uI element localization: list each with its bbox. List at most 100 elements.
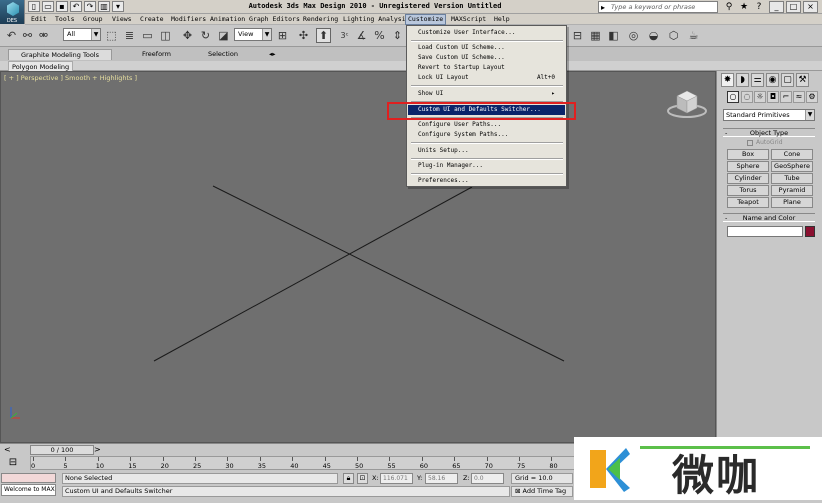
rotate-icon[interactable]: ↻ xyxy=(198,28,213,43)
spinner-snap-icon[interactable]: ⇕ xyxy=(390,28,405,43)
new-file-icon[interactable]: ▯ xyxy=(28,1,40,12)
plane-button[interactable]: Plane xyxy=(771,197,813,208)
primitive-type-dropdown[interactable]: Standard Primitives ▼ xyxy=(723,109,815,121)
time-slider[interactable]: 0 / 100 xyxy=(30,445,94,455)
render-setup-icon[interactable]: ◧ xyxy=(606,28,621,43)
keyboard-shortcut-override-icon[interactable]: ⬆ xyxy=(316,28,331,43)
teapot-render-icon[interactable]: ☕ xyxy=(686,28,701,43)
teapot-button[interactable]: Teapot xyxy=(727,197,769,208)
tube-button[interactable]: Tube xyxy=(771,173,813,184)
maxscript-mini-listener[interactable]: Welcome to MAX! xyxy=(1,484,56,496)
scale-icon[interactable]: ◪ xyxy=(216,28,231,43)
menu-item-lock-ui-layout[interactable]: Lock UI Layout Alt+0 xyxy=(408,73,565,83)
next-frame-icon[interactable]: > xyxy=(94,445,101,454)
menu-help[interactable]: Help xyxy=(492,14,512,25)
rectangular-selection-icon[interactable]: ▭ xyxy=(140,28,155,43)
add-time-tag-button[interactable]: ⊠ Add Time Tag xyxy=(511,486,573,497)
previous-frame-icon[interactable]: < xyxy=(4,445,11,454)
viewport-label-menu[interactable]: [ + ] Perspective ] Smooth + Highlights … xyxy=(4,74,137,82)
lock-selection-icon[interactable]: 🔒︎ xyxy=(343,473,354,484)
select-by-name-icon[interactable]: ≣ xyxy=(122,28,137,43)
menu-tools[interactable]: Tools xyxy=(53,14,77,25)
sphere-button[interactable]: Sphere xyxy=(727,161,769,172)
space-warps-icon[interactable]: ≈ xyxy=(793,91,805,103)
cone-button[interactable]: Cone xyxy=(771,149,813,160)
mini-curve-editor-icon[interactable]: ⊟ xyxy=(4,457,22,469)
unlink-icon[interactable]: ⚮ xyxy=(36,28,51,43)
hierarchy-tab-icon[interactable]: ⚌ xyxy=(751,73,764,87)
app-logo-button[interactable]: DES xyxy=(0,0,25,24)
menu-item-plugin-manager[interactable]: Plug-in Manager... xyxy=(408,161,565,171)
tab-graphite-modeling-tools[interactable]: Graphite Modeling Tools xyxy=(8,49,113,60)
rendered-frame-icon[interactable]: ◎ xyxy=(626,28,641,43)
window-crossing-icon[interactable]: ◫ xyxy=(158,28,173,43)
select-object-icon[interactable]: ⬚ xyxy=(104,28,119,43)
create-tab-icon[interactable]: ✸ xyxy=(721,73,734,87)
menu-customize[interactable]: Customize xyxy=(405,14,447,25)
search-input[interactable]: ▸ Type a keyword or phrase xyxy=(598,1,718,13)
schematic-view-icon[interactable]: ⊟ xyxy=(570,28,585,43)
angle-snap-icon[interactable]: ∡ xyxy=(354,28,369,43)
pyramid-button[interactable]: Pyramid xyxy=(771,185,813,196)
motion-tab-icon[interactable]: ◉ xyxy=(766,73,779,87)
menu-item-units-setup[interactable]: Units Setup... xyxy=(408,146,565,156)
menu-animation[interactable]: Animation xyxy=(208,14,247,25)
menu-graph-editors[interactable]: Graph Editors xyxy=(247,14,302,25)
z-coordinate-field[interactable]: 0.0 xyxy=(471,473,504,484)
x-coordinate-field[interactable]: 116.071 xyxy=(380,473,413,484)
pivot-center-icon[interactable]: ⊞ xyxy=(275,28,290,43)
close-button[interactable]: × xyxy=(803,1,818,13)
timeline-track[interactable]: 0 5 10 15 20 25 30 35 40 45 50 55 60 65 70 75 80 xyxy=(30,456,576,470)
menu-item-customize-user-interface[interactable]: Customize User Interface... xyxy=(408,28,565,38)
selection-filter-dropdown[interactable]: All ▼ xyxy=(63,28,101,41)
quick-access-dropdown-icon[interactable]: ▾ xyxy=(112,1,124,12)
project-folder-icon[interactable]: ▥ xyxy=(98,1,110,12)
minimize-button[interactable]: _ xyxy=(769,1,784,13)
save-file-icon[interactable]: ▪ xyxy=(56,1,68,12)
percent-snap-icon[interactable]: % xyxy=(372,28,387,43)
object-color-swatch[interactable] xyxy=(805,226,815,237)
menu-item-show-ui[interactable]: Show UI ▸ xyxy=(408,89,565,99)
y-coordinate-field[interactable]: 58.16 xyxy=(425,473,458,484)
help-icon[interactable]: ? xyxy=(752,1,766,13)
systems-icon[interactable]: ⚙ xyxy=(806,91,818,103)
select-manipulate-icon[interactable]: ✣ xyxy=(296,28,311,43)
cylinder-button[interactable]: Cylinder xyxy=(727,173,769,184)
menu-rendering[interactable]: Rendering xyxy=(301,14,340,25)
lights-icon[interactable]: ☼ xyxy=(754,91,766,103)
reference-coordinate-dropdown[interactable]: View ▼ xyxy=(234,28,272,41)
subscription-icon[interactable]: ★ xyxy=(737,1,751,13)
menu-lighting-analysis[interactable]: Lighting Analysis xyxy=(341,14,412,25)
name-and-color-rollout[interactable]: - Name and Color xyxy=(723,213,815,222)
snaps-toggle-icon[interactable]: 3ᶜ xyxy=(337,28,352,43)
maximize-button[interactable]: □ xyxy=(786,1,801,13)
autogrid-checkbox[interactable]: AutoGrid xyxy=(747,139,783,146)
ribbon-minimize-icon[interactable]: ◂▸ xyxy=(266,49,279,60)
geosphere-button[interactable]: GeoSphere xyxy=(771,161,813,172)
select-link-icon[interactable]: ⚯ xyxy=(20,28,35,43)
modify-tab-icon[interactable]: ◗ xyxy=(736,73,749,87)
object-name-input[interactable] xyxy=(727,226,803,237)
menu-item-load-custom-ui-scheme[interactable]: Load Custom UI Scheme... xyxy=(408,43,565,53)
viewcube-icon[interactable] xyxy=(667,89,707,119)
maxscript-listener-output[interactable] xyxy=(1,473,56,483)
shapes-icon[interactable]: ◌ xyxy=(741,91,753,103)
absolute-mode-icon[interactable]: ⊡ xyxy=(357,473,368,484)
helpers-icon[interactable]: ⌐ xyxy=(780,91,792,103)
menu-modifiers[interactable]: Modifiers xyxy=(169,14,208,25)
menu-group[interactable]: Group xyxy=(81,14,105,25)
redo-icon[interactable]: ↷ xyxy=(84,1,96,12)
undo-icon[interactable]: ↶ xyxy=(70,1,82,12)
move-icon[interactable]: ✥ xyxy=(180,28,195,43)
open-file-icon[interactable]: ▭ xyxy=(42,1,54,12)
menu-maxscript[interactable]: MAXScript xyxy=(449,14,488,25)
tab-selection[interactable]: Selection xyxy=(196,49,250,60)
menu-create[interactable]: Create xyxy=(138,14,165,25)
menu-views[interactable]: Views xyxy=(110,14,134,25)
menu-item-save-custom-ui-scheme[interactable]: Save Custom UI Scheme... xyxy=(408,53,565,63)
perspective-viewport[interactable]: [ + ] Perspective ] Smooth + Highlights … xyxy=(0,71,716,443)
torus-button[interactable]: Torus xyxy=(727,185,769,196)
binoculars-icon[interactable]: ⚲ xyxy=(722,1,736,13)
material-editor-icon[interactable]: ▦ xyxy=(588,28,603,43)
menu-item-preferences[interactable]: Preferences... xyxy=(408,176,565,186)
